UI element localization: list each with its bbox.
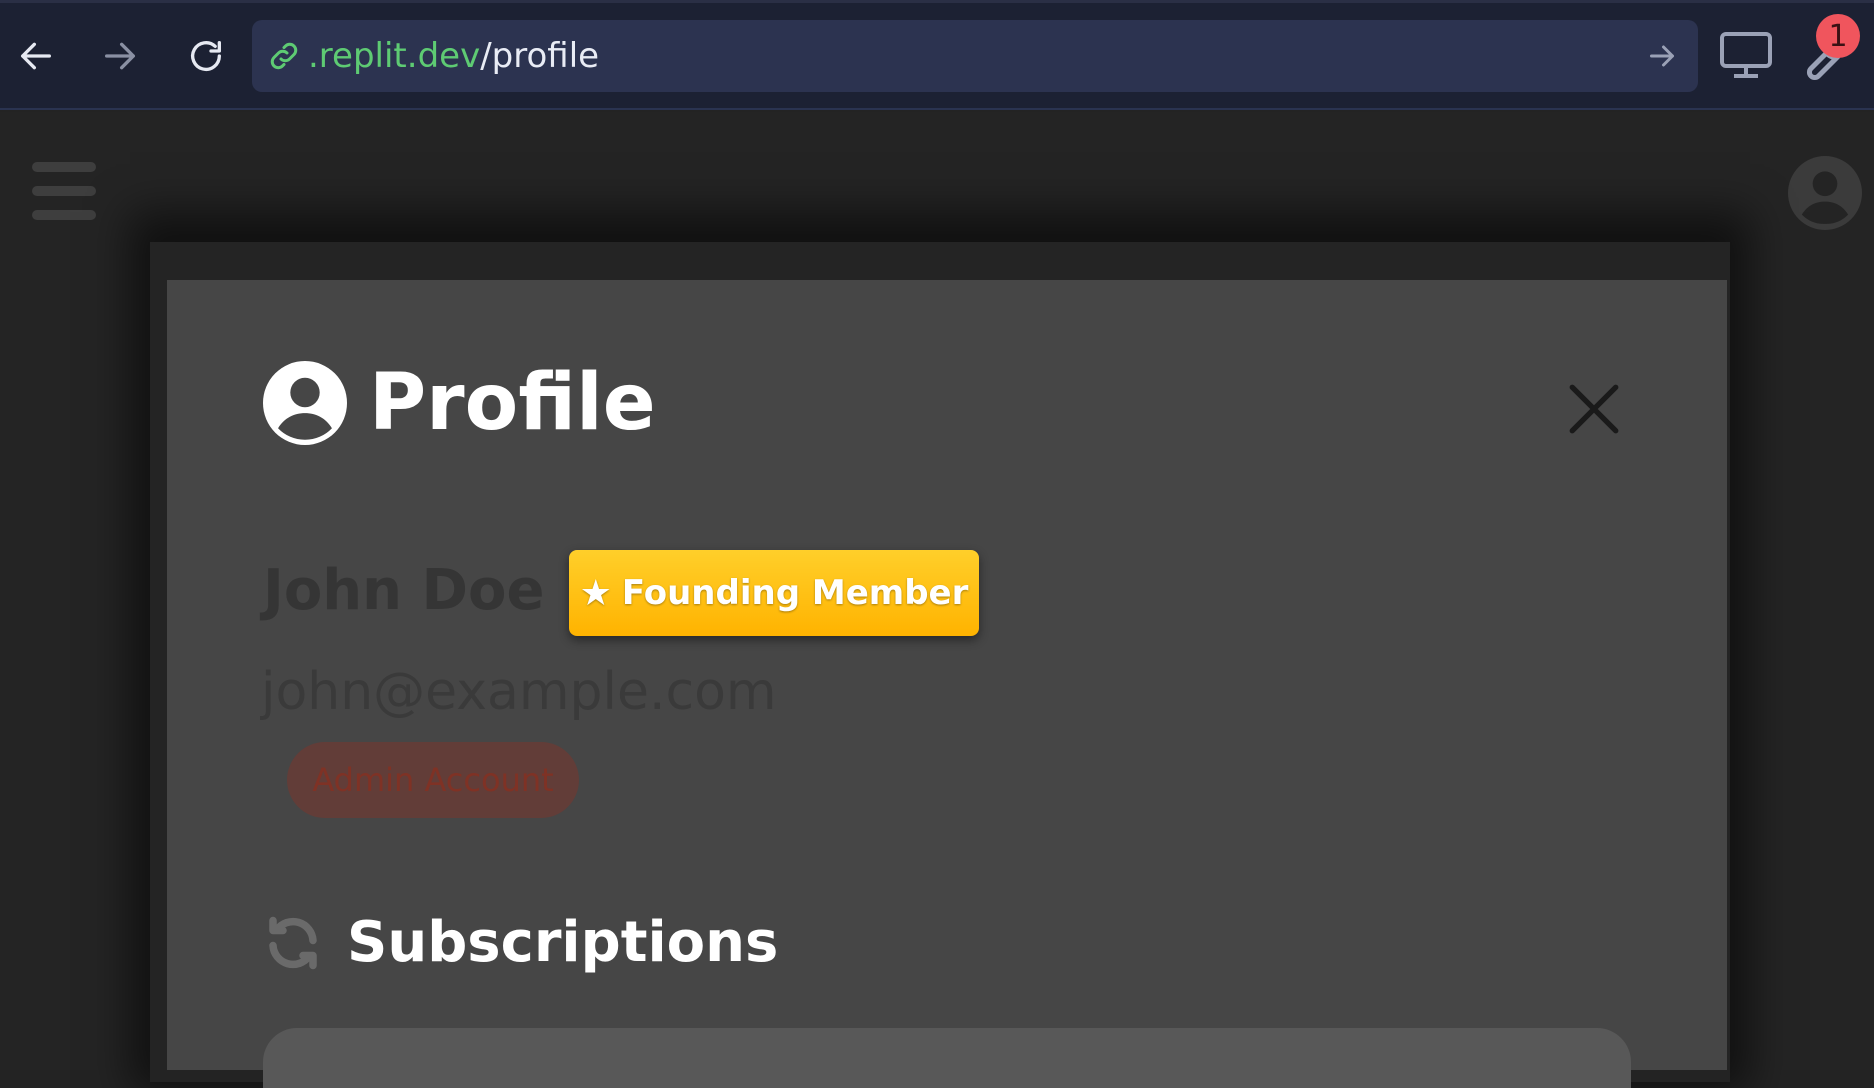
menu-icon[interactable]	[32, 162, 96, 220]
subscription-card[interactable]	[263, 1028, 1631, 1088]
subscriptions-title: Subscriptions	[347, 910, 779, 975]
arrow-left-icon	[21, 42, 51, 70]
back-button[interactable]	[4, 24, 68, 88]
subscriptions-header: Subscriptions	[263, 910, 778, 975]
url-path: /profile	[480, 36, 600, 76]
go-arrow-icon[interactable]	[1644, 38, 1680, 74]
monitor-icon[interactable]	[1718, 30, 1774, 82]
star-icon: ★	[579, 572, 612, 614]
reload-button[interactable]	[174, 24, 238, 88]
browser-toolbar: .replit.dev/profile 1	[0, 0, 1874, 110]
profile-modal: Profile John Doe ★ Founding Member john@…	[167, 280, 1727, 1088]
user-avatar-icon[interactable]	[1788, 156, 1862, 230]
link-icon	[270, 42, 298, 70]
reload-icon	[191, 41, 221, 72]
forward-button[interactable]	[88, 24, 152, 88]
founding-member-badge: ★ Founding Member	[569, 550, 979, 636]
tabstrip-edge	[0, 0, 1874, 3]
close-icon[interactable]	[1565, 380, 1623, 438]
badge-label: Founding Member	[621, 573, 969, 613]
user-email: john@example.com	[261, 662, 777, 722]
arrow-right-icon	[105, 42, 135, 70]
user-circle-icon	[263, 361, 347, 445]
address-bar[interactable]: .replit.dev/profile	[252, 20, 1698, 92]
sync-icon	[269, 916, 317, 969]
modal-title: Profile	[369, 358, 656, 448]
admin-account-pill: Admin Account	[287, 742, 579, 818]
app-page: Profile John Doe ★ Founding Member john@…	[0, 112, 1874, 1088]
modal-header: Profile	[263, 358, 656, 448]
notification-badge[interactable]: 1	[1816, 14, 1860, 58]
user-name: John Doe	[263, 558, 545, 623]
url-host: .replit.dev	[308, 36, 481, 76]
